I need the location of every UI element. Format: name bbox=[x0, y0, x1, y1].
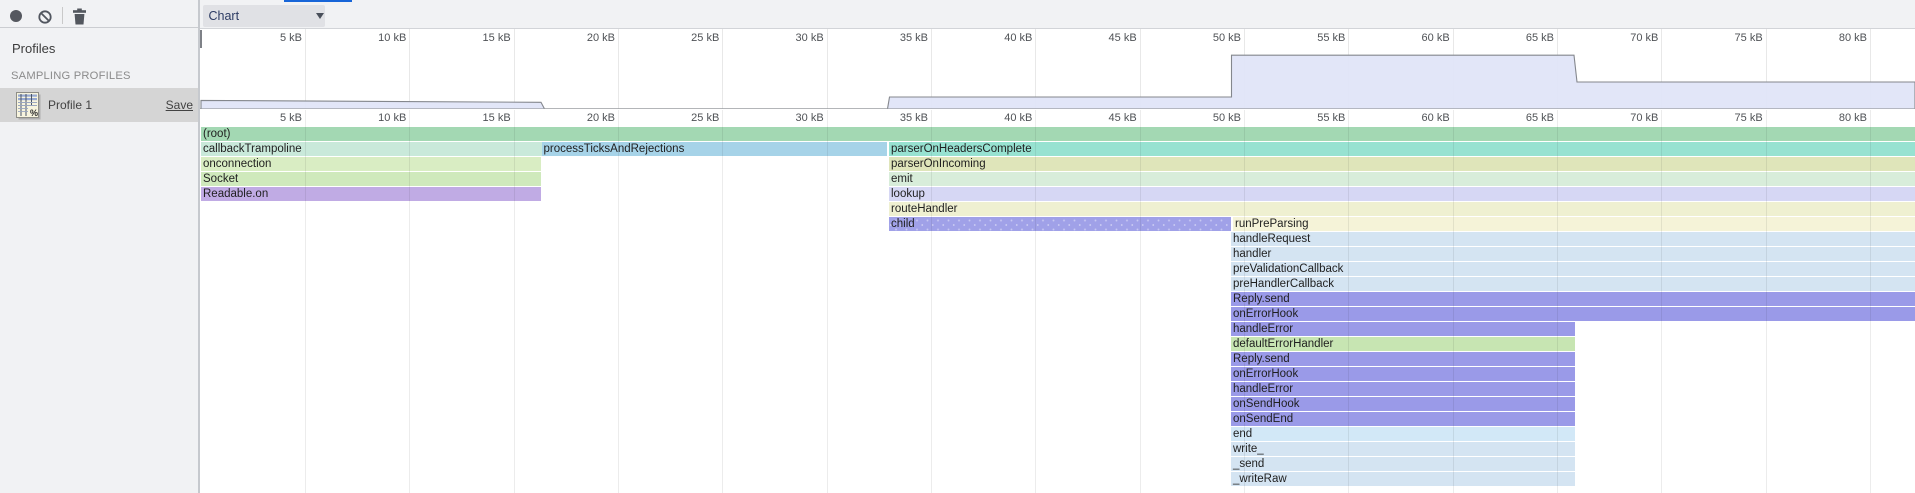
svg-text:%: % bbox=[30, 108, 38, 118]
